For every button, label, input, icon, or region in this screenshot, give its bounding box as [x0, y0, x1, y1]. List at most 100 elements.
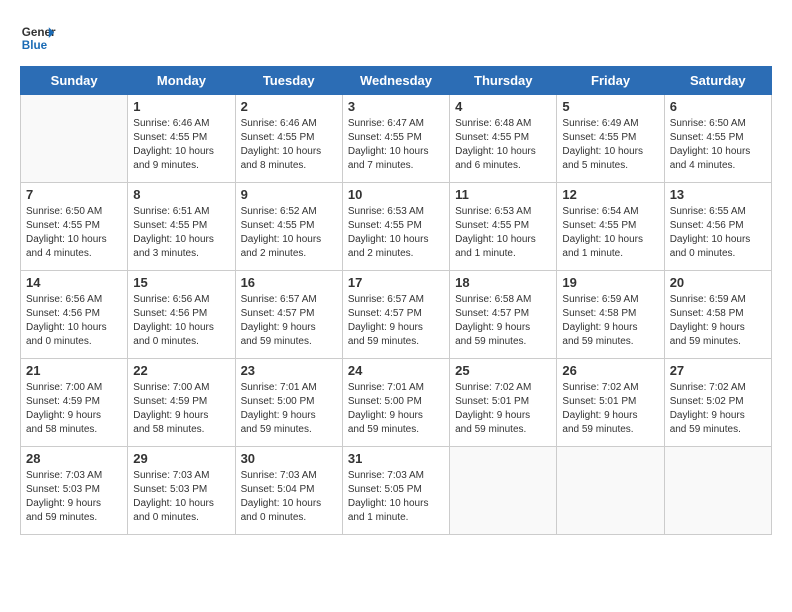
- calendar-cell: 14 Sunrise: 6:56 AM Sunset: 4:56 PM Dayli…: [21, 271, 128, 359]
- logo: General Blue: [20, 20, 56, 56]
- calendar-cell: 15 Sunrise: 6:56 AM Sunset: 4:56 PM Dayli…: [128, 271, 235, 359]
- day-number: 16: [241, 275, 337, 290]
- day-info: Sunrise: 6:59 AM Sunset: 4:58 PM Dayligh…: [670, 293, 766, 349]
- day-number: 28: [26, 451, 122, 466]
- calendar-cell: 23 Sunrise: 7:01 AM Sunset: 5:00 PM Dayli…: [235, 359, 342, 447]
- logo-icon: General Blue: [20, 20, 56, 56]
- day-number: 13: [670, 187, 766, 202]
- day-info: Sunrise: 6:53 AM Sunset: 4:55 PM Dayligh…: [348, 205, 444, 261]
- day-number: 21: [26, 363, 122, 378]
- day-info: Sunrise: 7:01 AM Sunset: 5:00 PM Dayligh…: [241, 381, 337, 437]
- day-number: 11: [455, 187, 551, 202]
- calendar-cell: 29 Sunrise: 7:03 AM Sunset: 5:03 PM Dayli…: [128, 447, 235, 535]
- calendar-week-1: 1 Sunrise: 6:46 AM Sunset: 4:55 PM Daylig…: [21, 95, 772, 183]
- day-number: 12: [562, 187, 658, 202]
- day-number: 30: [241, 451, 337, 466]
- calendar-cell: 12 Sunrise: 6:54 AM Sunset: 4:55 PM Dayli…: [557, 183, 664, 271]
- calendar-week-3: 14 Sunrise: 6:56 AM Sunset: 4:56 PM Dayli…: [21, 271, 772, 359]
- col-wednesday: Wednesday: [342, 67, 449, 95]
- day-number: 1: [133, 99, 229, 114]
- day-info: Sunrise: 6:58 AM Sunset: 4:57 PM Dayligh…: [455, 293, 551, 349]
- calendar-cell: 16 Sunrise: 6:57 AM Sunset: 4:57 PM Dayli…: [235, 271, 342, 359]
- calendar-week-5: 28 Sunrise: 7:03 AM Sunset: 5:03 PM Dayli…: [21, 447, 772, 535]
- day-info: Sunrise: 7:01 AM Sunset: 5:00 PM Dayligh…: [348, 381, 444, 437]
- day-info: Sunrise: 6:53 AM Sunset: 4:55 PM Dayligh…: [455, 205, 551, 261]
- day-info: Sunrise: 6:48 AM Sunset: 4:55 PM Dayligh…: [455, 117, 551, 173]
- col-friday: Friday: [557, 67, 664, 95]
- col-saturday: Saturday: [664, 67, 771, 95]
- calendar-cell: 17 Sunrise: 6:57 AM Sunset: 4:57 PM Dayli…: [342, 271, 449, 359]
- calendar-week-4: 21 Sunrise: 7:00 AM Sunset: 4:59 PM Dayli…: [21, 359, 772, 447]
- col-tuesday: Tuesday: [235, 67, 342, 95]
- calendar-cell: 26Sunrise: 7:02 AM Sunset: 5:01 PM Dayli…: [557, 359, 664, 447]
- calendar-body: 1 Sunrise: 6:46 AM Sunset: 4:55 PM Daylig…: [21, 95, 772, 535]
- calendar-cell: [557, 447, 664, 535]
- day-number: 2: [241, 99, 337, 114]
- calendar-cell: 20 Sunrise: 6:59 AM Sunset: 4:58 PM Dayli…: [664, 271, 771, 359]
- day-info: Sunrise: 6:51 AM Sunset: 4:55 PM Dayligh…: [133, 205, 229, 261]
- day-number: 23: [241, 363, 337, 378]
- day-info: Sunrise: 6:59 AM Sunset: 4:58 PM Dayligh…: [562, 293, 658, 349]
- day-number: 19: [562, 275, 658, 290]
- calendar-cell: 4Sunrise: 6:48 AM Sunset: 4:55 PM Daylig…: [450, 95, 557, 183]
- calendar-cell: 9 Sunrise: 6:52 AM Sunset: 4:55 PM Daylig…: [235, 183, 342, 271]
- day-info: Sunrise: 6:50 AM Sunset: 4:55 PM Dayligh…: [26, 205, 122, 261]
- day-info: Sunrise: 6:52 AM Sunset: 4:55 PM Dayligh…: [241, 205, 337, 261]
- calendar-header-row: Sunday Monday Tuesday Wednesday Thursday…: [21, 67, 772, 95]
- col-sunday: Sunday: [21, 67, 128, 95]
- day-info: Sunrise: 6:46 AM Sunset: 4:55 PM Dayligh…: [133, 117, 229, 173]
- calendar-cell: [664, 447, 771, 535]
- day-number: 29: [133, 451, 229, 466]
- calendar-cell: 24 Sunrise: 7:01 AM Sunset: 5:00 PM Dayli…: [342, 359, 449, 447]
- day-info: Sunrise: 7:03 AM Sunset: 5:03 PM Dayligh…: [26, 469, 122, 525]
- calendar-cell: 13 Sunrise: 6:55 AM Sunset: 4:56 PM Dayli…: [664, 183, 771, 271]
- day-number: 6: [670, 99, 766, 114]
- day-number: 7: [26, 187, 122, 202]
- calendar-cell: 11 Sunrise: 6:53 AM Sunset: 4:55 PM Dayli…: [450, 183, 557, 271]
- calendar-cell: 19 Sunrise: 6:59 AM Sunset: 4:58 PM Dayli…: [557, 271, 664, 359]
- calendar-cell: [450, 447, 557, 535]
- calendar-cell: 18Sunrise: 6:58 AM Sunset: 4:57 PM Dayli…: [450, 271, 557, 359]
- day-number: 3: [348, 99, 444, 114]
- calendar-cell: 6Sunrise: 6:50 AM Sunset: 4:55 PM Daylig…: [664, 95, 771, 183]
- calendar-cell: 8 Sunrise: 6:51 AM Sunset: 4:55 PM Daylig…: [128, 183, 235, 271]
- calendar-cell: 28 Sunrise: 7:03 AM Sunset: 5:03 PM Dayli…: [21, 447, 128, 535]
- day-number: 22: [133, 363, 229, 378]
- day-info: Sunrise: 6:49 AM Sunset: 4:55 PM Dayligh…: [562, 117, 658, 173]
- col-monday: Monday: [128, 67, 235, 95]
- calendar-cell: 31Sunrise: 7:03 AM Sunset: 5:05 PM Dayli…: [342, 447, 449, 535]
- day-number: 26: [562, 363, 658, 378]
- day-number: 25: [455, 363, 551, 378]
- day-info: Sunrise: 7:03 AM Sunset: 5:03 PM Dayligh…: [133, 469, 229, 525]
- calendar-cell: 3 Sunrise: 6:47 AM Sunset: 4:55 PM Daylig…: [342, 95, 449, 183]
- day-info: Sunrise: 7:00 AM Sunset: 4:59 PM Dayligh…: [133, 381, 229, 437]
- col-thursday: Thursday: [450, 67, 557, 95]
- day-info: Sunrise: 6:46 AM Sunset: 4:55 PM Dayligh…: [241, 117, 337, 173]
- calendar-cell: 25Sunrise: 7:02 AM Sunset: 5:01 PM Dayli…: [450, 359, 557, 447]
- day-number: 15: [133, 275, 229, 290]
- day-info: Sunrise: 6:54 AM Sunset: 4:55 PM Dayligh…: [562, 205, 658, 261]
- calendar-cell: [21, 95, 128, 183]
- day-number: 20: [670, 275, 766, 290]
- day-number: 14: [26, 275, 122, 290]
- calendar-cell: 7 Sunrise: 6:50 AM Sunset: 4:55 PM Daylig…: [21, 183, 128, 271]
- day-info: Sunrise: 6:47 AM Sunset: 4:55 PM Dayligh…: [348, 117, 444, 173]
- day-number: 8: [133, 187, 229, 202]
- day-info: Sunrise: 7:03 AM Sunset: 5:04 PM Dayligh…: [241, 469, 337, 525]
- day-info: Sunrise: 6:56 AM Sunset: 4:56 PM Dayligh…: [133, 293, 229, 349]
- day-number: 24: [348, 363, 444, 378]
- calendar-cell: 5Sunrise: 6:49 AM Sunset: 4:55 PM Daylig…: [557, 95, 664, 183]
- day-info: Sunrise: 6:56 AM Sunset: 4:56 PM Dayligh…: [26, 293, 122, 349]
- page-header: General Blue: [20, 20, 772, 56]
- day-info: Sunrise: 6:57 AM Sunset: 4:57 PM Dayligh…: [348, 293, 444, 349]
- day-number: 9: [241, 187, 337, 202]
- calendar-cell: 22 Sunrise: 7:00 AM Sunset: 4:59 PM Dayli…: [128, 359, 235, 447]
- day-info: Sunrise: 6:57 AM Sunset: 4:57 PM Dayligh…: [241, 293, 337, 349]
- calendar-cell: 10Sunrise: 6:53 AM Sunset: 4:55 PM Dayli…: [342, 183, 449, 271]
- day-info: Sunrise: 7:00 AM Sunset: 4:59 PM Dayligh…: [26, 381, 122, 437]
- day-number: 27: [670, 363, 766, 378]
- svg-text:Blue: Blue: [22, 39, 48, 52]
- day-number: 17: [348, 275, 444, 290]
- day-info: Sunrise: 6:55 AM Sunset: 4:56 PM Dayligh…: [670, 205, 766, 261]
- day-info: Sunrise: 7:02 AM Sunset: 5:02 PM Dayligh…: [670, 381, 766, 437]
